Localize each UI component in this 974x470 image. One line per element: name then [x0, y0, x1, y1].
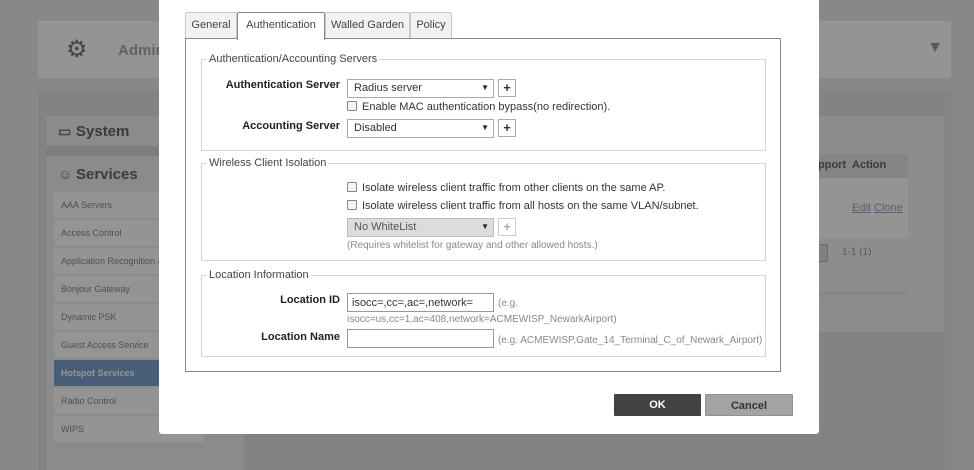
- tab-walled-garden[interactable]: Walled Garden: [325, 12, 410, 39]
- location-id-hint: (e.g.: [498, 298, 519, 309]
- client-isolation-legend: Wireless Client Isolation: [209, 157, 327, 169]
- auth-server-label: Authentication Server: [225, 79, 340, 91]
- caret-down-icon: ▼: [481, 83, 489, 92]
- ok-button[interactable]: OK: [614, 394, 701, 416]
- add-acct-server-button[interactable]: +: [498, 119, 516, 137]
- acct-server-value: Disabled: [354, 122, 397, 134]
- location-name-hint: (e.g. ACMEWISP,Gate_14_Terminal_C_of_New…: [498, 335, 763, 346]
- location-legend: Location Information: [209, 269, 309, 281]
- location-name-input[interactable]: [347, 329, 494, 348]
- checkbox-box[interactable]: [347, 200, 357, 210]
- location-id-input[interactable]: [347, 293, 494, 312]
- tab-policy[interactable]: Policy: [410, 12, 452, 39]
- checkbox-box[interactable]: [347, 182, 357, 192]
- caret-down-icon: ▼: [481, 222, 489, 231]
- add-auth-server-button[interactable]: +: [498, 79, 516, 97]
- auth-servers-legend: Authentication/Accounting Servers: [209, 53, 378, 65]
- whitelist-value: No WhiteList: [354, 221, 417, 233]
- whitelist-select[interactable]: No WhiteList ▼: [347, 218, 494, 237]
- location-name-label: Location Name: [261, 331, 340, 343]
- auth-server-select[interactable]: Radius server ▼: [347, 79, 494, 98]
- isolate-vlan-label: Isolate wireless client traffic from all…: [362, 200, 699, 212]
- isolate-ap-label: Isolate wireless client traffic from oth…: [362, 182, 666, 194]
- acct-server-select[interactable]: Disabled ▼: [347, 119, 494, 138]
- isolate-vlan-checkbox[interactable]: Isolate wireless client traffic from all…: [347, 200, 699, 212]
- location-id-example: isocc=us,cc=1,ac=408,network=ACMEWISP_Ne…: [347, 314, 617, 325]
- isolate-ap-checkbox[interactable]: Isolate wireless client traffic from oth…: [347, 182, 665, 194]
- acct-server-label: Accounting Server: [242, 120, 340, 132]
- whitelist-hint: (Requires whitelist for gateway and othe…: [347, 240, 598, 251]
- hotspot-dialog: General Authentication Walled Garden Pol…: [159, 0, 819, 434]
- authentication-panel: Authentication/Accounting Servers Authen…: [185, 38, 781, 372]
- tab-authentication[interactable]: Authentication: [237, 12, 325, 40]
- cancel-button[interactable]: Cancel: [705, 394, 793, 416]
- auth-server-value: Radius server: [354, 82, 422, 94]
- checkbox-box[interactable]: [347, 101, 357, 111]
- add-whitelist-button[interactable]: +: [498, 218, 516, 236]
- caret-down-icon: ▼: [481, 123, 489, 132]
- mac-bypass-checkbox[interactable]: Enable MAC authentication bypass(no redi…: [347, 101, 610, 113]
- location-id-label: Location ID: [280, 294, 340, 306]
- mac-bypass-label: Enable MAC authentication bypass(no redi…: [362, 101, 611, 113]
- tab-general[interactable]: General: [185, 12, 237, 39]
